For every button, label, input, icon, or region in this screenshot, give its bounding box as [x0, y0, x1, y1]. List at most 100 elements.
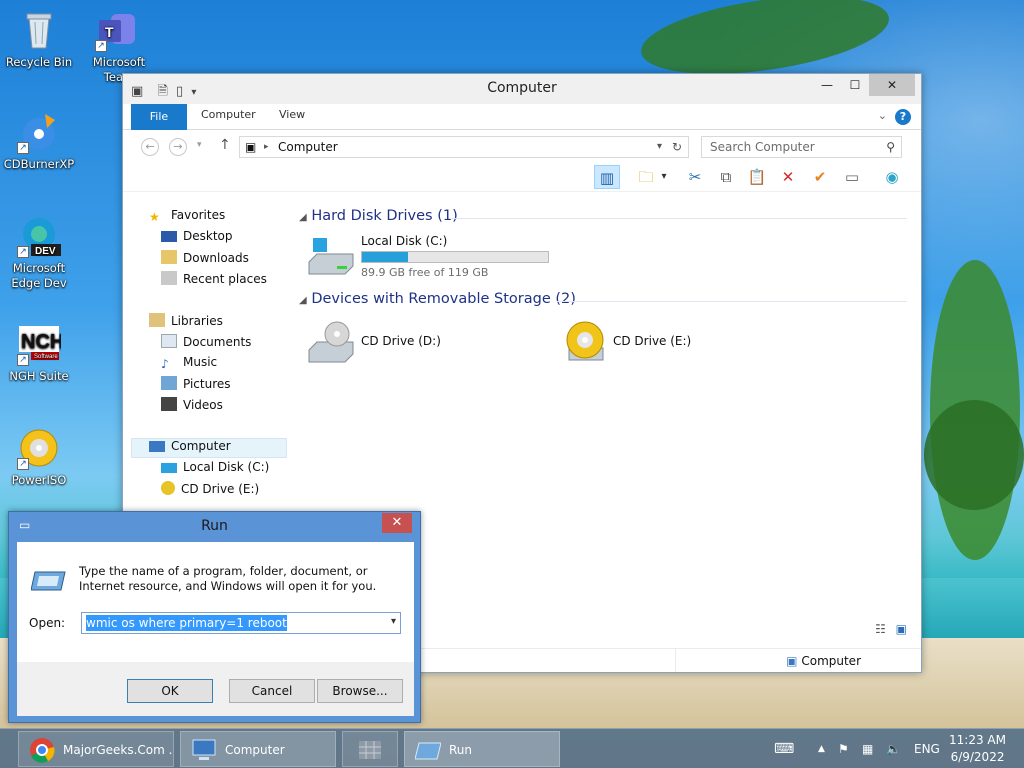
nav-libraries[interactable]: Libraries	[149, 313, 223, 333]
back-button[interactable]: ←	[141, 138, 159, 156]
taskbar-item-app[interactable]	[342, 731, 398, 767]
close-button[interactable]: ✕	[869, 74, 915, 96]
recent-locations-icon[interactable]: ▾	[197, 140, 202, 150]
copy-icon[interactable]: ⧉	[713, 165, 739, 189]
group-removable-storage[interactable]: ◢ Devices with Removable Storage (2)	[299, 291, 576, 307]
computer-small-icon: ▣	[786, 654, 798, 668]
nav-documents[interactable]: Documents	[161, 334, 251, 354]
folder-options-icon[interactable]: 🗀	[633, 165, 659, 189]
nav-local-disk[interactable]: Local Disk (C:)	[161, 460, 269, 480]
drive-name: CD Drive (D:)	[361, 334, 441, 348]
music-icon: ♪	[161, 357, 169, 371]
nav-pictures[interactable]: Pictures	[161, 376, 231, 396]
drive-local-disk-c[interactable]: Local Disk (C:) 89.9 GB free of 119 GB	[307, 234, 549, 279]
status-text: Computer	[801, 654, 861, 668]
group-divider	[451, 218, 907, 219]
toolbar-dropdown-icon[interactable]: ▾	[657, 165, 671, 189]
group-title: Devices with Removable Storage (2)	[311, 291, 576, 307]
nav-music[interactable]: ♪ Music	[161, 355, 217, 375]
clock[interactable]: 11:23 AM 6/9/2022	[949, 732, 1006, 766]
search-icon: ⚲	[886, 140, 895, 154]
desktop-icon-poweriso[interactable]: ↗ PowerISO	[1, 426, 77, 488]
palm-leaf-decoration	[924, 400, 1024, 510]
browse-button[interactable]: Browse...	[317, 679, 403, 703]
expand-ribbon-icon[interactable]: ⌄	[878, 109, 887, 122]
explorer-titlebar[interactable]: ▣ 🗎 ▯ ▾ Computer — ☐ ✕	[123, 74, 921, 104]
group-divider	[557, 301, 907, 302]
paste-icon[interactable]: 📋	[744, 165, 770, 189]
nav-label: Favorites	[171, 208, 226, 222]
collapse-icon[interactable]: ◢	[299, 212, 307, 223]
address-bar[interactable]: ▣ ▸ Computer ▾ ↻	[239, 136, 689, 158]
desktop-icon-label: PowerISO	[11, 473, 67, 487]
touch-keyboard-icon[interactable]: ⌨	[774, 729, 794, 768]
shortcut-arrow-icon: ↗	[17, 354, 29, 366]
nav-videos[interactable]: Videos	[161, 397, 223, 417]
run-titlebar[interactable]: ▭ Run ✕	[9, 512, 420, 542]
group-hard-disk-drives[interactable]: ◢ Hard Disk Drives (1)	[299, 208, 458, 224]
search-placeholder: Search Computer	[710, 140, 815, 154]
maximize-button[interactable]: ☐	[841, 74, 869, 96]
help-icon[interactable]: ?	[895, 109, 911, 125]
action-center-icon[interactable]: ⚑	[838, 729, 849, 768]
run-body: Type the name of a program, folder, docu…	[17, 542, 414, 716]
window-title: Computer	[487, 80, 557, 96]
open-dropdown-icon[interactable]: ▾	[391, 616, 396, 627]
app-grid-icon	[359, 741, 381, 759]
nav-favorites[interactable]: ★ Favorites	[149, 208, 225, 228]
taskbar-label: Run	[449, 743, 473, 757]
language-indicator[interactable]: ENG	[914, 729, 940, 768]
nav-recent-places[interactable]: Recent places	[161, 271, 267, 291]
nav-downloads[interactable]: Downloads	[161, 250, 249, 270]
minimize-button[interactable]: —	[813, 74, 841, 96]
desktop-icon-label: Recycle Bin	[5, 55, 73, 69]
group-title: Hard Disk Drives (1)	[311, 208, 458, 224]
volume-icon[interactable]: 🔈	[886, 729, 901, 768]
open-command-input[interactable]: wmic os where primary=1 reboot ▾	[81, 612, 401, 634]
desktop-icon-edge-dev[interactable]: DEV ↗ Microsoft Edge Dev	[1, 214, 77, 291]
nav-desktop[interactable]: Desktop	[161, 229, 233, 249]
star-icon: ★	[149, 210, 160, 224]
taskbar-item-run[interactable]: Run	[404, 731, 560, 767]
view-buttons: ☷ ▣	[875, 622, 907, 636]
nch-logo-subtext: Software	[34, 354, 58, 360]
nav-computer[interactable]: Computer	[131, 438, 287, 458]
run-close-button[interactable]: ✕	[382, 513, 412, 533]
rename-icon[interactable]: ▭	[839, 165, 865, 189]
show-hidden-icons-icon[interactable]: ▲	[818, 729, 825, 768]
network-status-icon[interactable]: ▦	[862, 729, 873, 768]
desktop-icon-nch-suite[interactable]: NCH Software ↗ NGH Suite	[1, 322, 77, 384]
search-input[interactable]: Search Computer ⚲	[701, 136, 902, 158]
desktop-icon-recycle-bin[interactable]: Recycle Bin	[1, 8, 77, 70]
cancel-button[interactable]: Cancel	[229, 679, 315, 703]
downloads-icon	[161, 250, 177, 264]
cut-icon[interactable]: ✂	[682, 165, 708, 189]
preview-pane-icon[interactable]: ▥	[594, 165, 620, 189]
run-dialog: ▭ Run ✕ Type the name of a program, fold…	[8, 511, 421, 723]
taskbar-item-chrome[interactable]: MajorGeeks.Com ...	[18, 731, 174, 767]
network-icon[interactable]: ◉	[879, 165, 905, 189]
drive-cd-e[interactable]: CD Drive (E:)	[563, 320, 691, 364]
dev-badge: DEV	[35, 246, 56, 257]
taskbar-item-computer[interactable]: Computer	[180, 731, 336, 767]
shortcut-arrow-icon: ↗	[17, 142, 29, 154]
desktop-icon-cdburnerxp[interactable]: ↗ CDBurnerXP	[1, 110, 77, 172]
ok-button[interactable]: OK	[127, 679, 213, 703]
tab-computer[interactable]: Computer	[201, 108, 256, 121]
tab-file[interactable]: File	[131, 104, 187, 130]
taskbar: MajorGeeks.Com ... Computer Run ⌨ ▲ ⚑ ▦ …	[0, 728, 1024, 768]
forward-button[interactable]: →	[169, 138, 187, 156]
large-icons-view-icon[interactable]: ▣	[896, 622, 907, 636]
details-view-icon[interactable]: ☷	[875, 622, 886, 636]
shortcut-arrow-icon: ↗	[95, 40, 107, 52]
nav-cd-drive[interactable]: CD Drive (E:)	[161, 481, 259, 501]
collapse-icon[interactable]: ◢	[299, 295, 307, 306]
delete-icon[interactable]: ✕	[775, 165, 801, 189]
tab-view[interactable]: View	[279, 108, 305, 121]
drive-cd-d[interactable]: CD Drive (D:)	[307, 320, 441, 364]
refresh-icon[interactable]: ↻	[672, 137, 682, 157]
up-button[interactable]: ↑	[219, 137, 231, 153]
edge-dev-icon: DEV ↗	[17, 214, 61, 258]
check-icon[interactable]: ✔	[807, 165, 833, 189]
address-dropdown-icon[interactable]: ▾	[657, 137, 662, 157]
